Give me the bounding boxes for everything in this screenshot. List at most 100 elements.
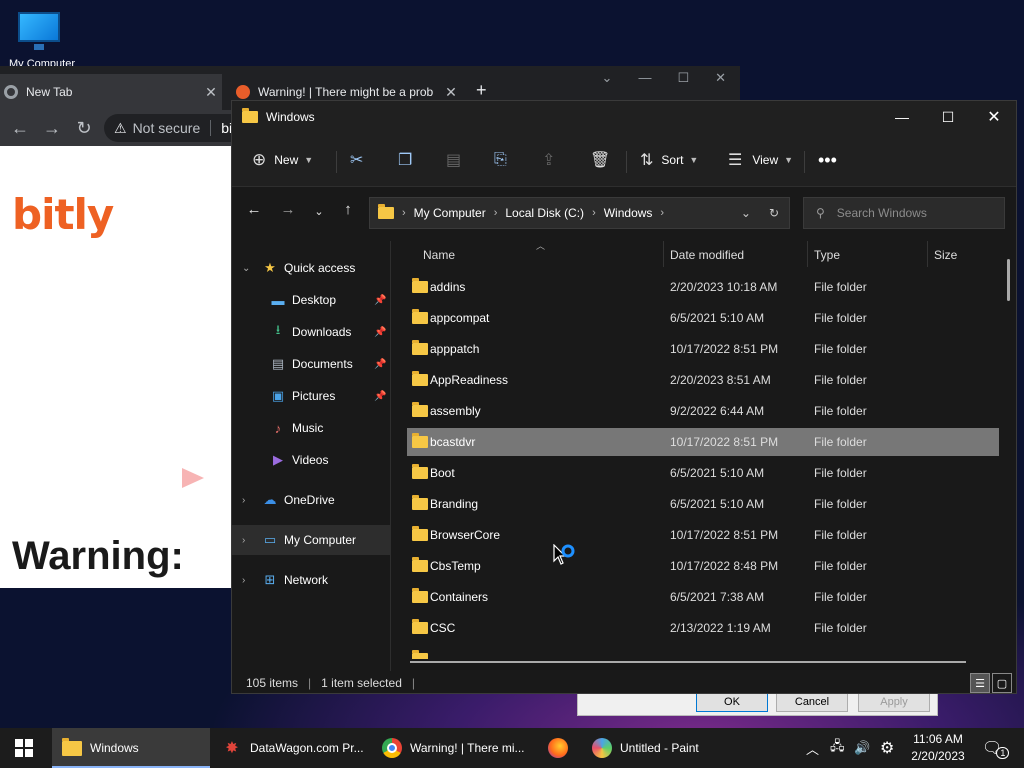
bitly-logo[interactable]: bitly — [12, 190, 114, 239]
taskbar-item-datawagon[interactable]: ✸ DataWagon.com Pr... — [214, 728, 370, 768]
reload-icon[interactable]: ↻ — [72, 118, 96, 139]
chevron-right-icon[interactable]: › — [402, 207, 406, 219]
close-icon[interactable]: ✕ — [971, 101, 1017, 133]
file-row[interactable]: appcompat 6/5/2021 5:10 AM File folder — [407, 304, 999, 332]
nav-item-videos[interactable]: ▶ Videos — [232, 445, 390, 475]
taskbar-item-firefox[interactable] — [538, 728, 578, 768]
taskbar-item-explorer[interactable]: Windows — [52, 728, 210, 768]
file-row[interactable]: Branding 6/5/2021 5:10 AM File folder — [407, 490, 999, 518]
close-tab-icon[interactable]: ✕ — [440, 84, 462, 101]
breadcrumb[interactable]: › My Computer › Local Disk (C:) › Window… — [369, 197, 790, 229]
ok-button[interactable]: OK — [696, 692, 768, 712]
close-tab-icon[interactable]: ✕ — [200, 84, 222, 101]
refresh-icon[interactable]: ↻ — [769, 206, 779, 220]
firefox-icon — [548, 738, 568, 758]
folder-icon — [412, 588, 428, 603]
details-view-icon[interactable]: ☰ — [970, 673, 990, 693]
folder-icon — [62, 737, 82, 756]
close-icon[interactable]: ✕ — [715, 70, 726, 86]
pin-icon[interactable]: 📌 — [374, 391, 386, 402]
column-header-name[interactable]: Name — [423, 239, 663, 271]
file-row[interactable]: Boot 6/5/2021 5:10 AM File folder — [407, 459, 999, 487]
maximize-icon[interactable]: ☐ — [925, 101, 971, 133]
file-row-partial[interactable] — [407, 645, 999, 659]
nav-item-downloads[interactable]: ⭳ Downloads 📌 — [232, 317, 390, 347]
file-row-selected[interactable]: bcastdvr 10/17/2022 8:51 PM File folder — [407, 428, 999, 456]
vertical-scrollbar[interactable] — [1007, 259, 1010, 301]
copy-button[interactable]: ❐ — [398, 145, 412, 175]
explorer-titlebar[interactable]: Windows — ☐ ✕ — [232, 101, 1016, 133]
forward-icon[interactable]: → — [40, 118, 64, 139]
back-icon[interactable]: ← — [242, 201, 266, 218]
file-row[interactable]: AppReadiness 2/20/2023 8:51 AM File fold… — [407, 366, 999, 394]
nav-item-music[interactable]: ♪ Music — [232, 413, 390, 443]
cancel-button[interactable]: Cancel — [776, 692, 848, 712]
cut-button[interactable]: ✂ — [350, 145, 363, 175]
column-header-type[interactable]: Type — [814, 239, 926, 271]
chevron-down-icon[interactable]: ⌄ — [741, 206, 751, 220]
taskbar-item-paint[interactable]: Untitled - Paint — [584, 728, 744, 768]
back-icon[interactable]: ← — [8, 118, 32, 139]
chevron-right-icon[interactable]: › — [494, 207, 498, 219]
volume-icon[interactable]: 🔊 — [854, 728, 870, 768]
nav-item-my-computer[interactable]: › ▭ My Computer — [232, 525, 390, 555]
sort-button[interactable]: ⇅ Sort ▼ — [640, 145, 698, 175]
minimize-icon[interactable]: — — [638, 70, 651, 86]
chevron-right-icon[interactable]: › — [242, 495, 245, 506]
network-icon[interactable]: 🖧 — [830, 728, 845, 768]
chevron-right-icon[interactable]: › — [592, 207, 596, 219]
file-row[interactable]: addins 2/20/2023 10:18 AM File folder — [407, 273, 999, 301]
minimize-icon[interactable]: — — [879, 101, 925, 133]
recent-locations-chevron-icon[interactable]: ⌄ — [307, 205, 331, 218]
file-row[interactable]: CSC 2/13/2022 1:19 AM File folder — [407, 614, 999, 642]
new-button[interactable]: ⊕ New ▼ — [252, 145, 313, 175]
rename-button[interactable]: ⎘ — [494, 145, 507, 175]
horizontal-scrollbar[interactable] — [410, 661, 966, 663]
chevron-down-icon: ▼ — [689, 155, 699, 165]
taskbar-item-chrome[interactable]: Warning! | There mi... — [374, 728, 532, 768]
breadcrumb-item[interactable]: My Computer — [414, 206, 486, 220]
chrome-tab-new-tab[interactable]: New Tab ✕ — [0, 74, 222, 110]
up-icon[interactable]: ↑ — [336, 201, 360, 218]
column-header-date[interactable]: Date modified — [670, 239, 806, 271]
start-button[interactable] — [0, 728, 48, 768]
settings-gear-icon[interactable]: ⚙ — [880, 728, 894, 768]
taskbar-clock[interactable]: 11:06 AM 2/20/2023 — [906, 731, 970, 765]
tiles-view-icon[interactable]: ▢ — [992, 673, 1012, 693]
nav-item-documents[interactable]: ▤ Documents 📌 — [232, 349, 390, 379]
pin-icon[interactable]: 📌 — [374, 327, 386, 338]
search-input[interactable]: ⚲ Search Windows — [803, 197, 1005, 229]
nav-item-desktop[interactable]: ▬ Desktop 📌 — [232, 285, 390, 315]
paste-button[interactable]: ▤ — [446, 145, 461, 175]
pin-icon[interactable]: 📌 — [374, 359, 386, 370]
notification-icon[interactable]: 🗨 1 — [982, 728, 1010, 768]
my-computer-desktop-icon[interactable]: My Computer — [9, 8, 75, 72]
delete-button[interactable]: 🗑 — [590, 145, 610, 175]
breadcrumb-item[interactable]: Local Disk (C:) — [505, 206, 584, 220]
chevron-right-icon[interactable]: › — [242, 575, 245, 586]
show-hidden-icons-chevron-icon[interactable]: ︿ — [806, 728, 819, 768]
file-row[interactable]: assembly 9/2/2022 6:44 AM File folder — [407, 397, 999, 425]
more-options-icon[interactable]: ••• — [818, 145, 837, 175]
chevron-right-icon[interactable]: › — [242, 535, 245, 546]
apply-button[interactable]: Apply — [858, 692, 930, 712]
forward-icon[interactable]: → — [276, 201, 300, 218]
view-button[interactable]: ☰ View ▼ — [728, 145, 793, 175]
chevron-right-icon[interactable]: › — [660, 207, 664, 219]
maximize-icon[interactable]: ☐ — [677, 70, 689, 86]
share-button[interactable]: ⇪ — [542, 145, 555, 175]
new-tab-plus-icon[interactable]: + — [476, 80, 487, 101]
file-row[interactable]: BrowserCore 10/17/2022 8:51 PM File fold… — [407, 521, 999, 549]
file-row[interactable]: Containers 6/5/2021 7:38 AM File folder — [407, 583, 999, 611]
column-header-size[interactable]: Size — [934, 239, 994, 271]
file-row[interactable]: apppatch 10/17/2022 8:51 PM File folder — [407, 335, 999, 363]
nav-quick-access[interactable]: ⌄ ★ Quick access — [232, 253, 390, 283]
file-row[interactable]: CbsTemp 10/17/2022 8:48 PM File folder — [407, 552, 999, 580]
chevron-down-icon[interactable]: ⌄ — [242, 263, 250, 274]
nav-item-onedrive[interactable]: › ☁ OneDrive — [232, 485, 390, 515]
chevron-down-icon[interactable]: ⌄ — [602, 70, 613, 86]
breadcrumb-item[interactable]: Windows — [604, 206, 653, 220]
nav-item-network[interactable]: › ⊞ Network — [232, 565, 390, 595]
nav-item-pictures[interactable]: ▣ Pictures 📌 — [232, 381, 390, 411]
pin-icon[interactable]: 📌 — [374, 295, 386, 306]
